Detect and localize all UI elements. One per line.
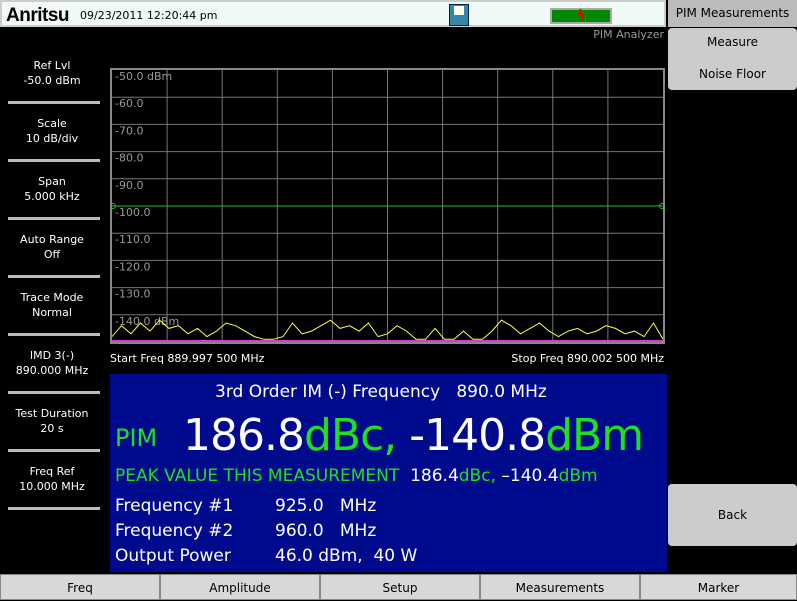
noise-floor-label: Noise Floor bbox=[699, 67, 766, 81]
panel-title: 3rd Order IM (-) Frequency 890.0 MHz bbox=[215, 382, 547, 402]
sidebar-value: 5.000 kHz bbox=[24, 190, 80, 203]
floppy-disk-icon bbox=[449, 4, 469, 26]
sidebar-value: 890.000 MHz bbox=[15, 364, 89, 377]
anritsu-logo: Anritsu bbox=[6, 5, 70, 26]
y-tick-label: -140.0 dBm bbox=[115, 315, 179, 328]
dbc-unit: dBc, bbox=[303, 410, 397, 461]
pim-results-panel: 3rd Order IM (-) Frequency 890.0 MHz PIM… bbox=[110, 374, 667, 572]
tab-marker[interactable]: Marker bbox=[640, 574, 797, 600]
sidebar-value: -50.0 dBm bbox=[23, 74, 81, 87]
sidebar-item[interactable]: Span 5.000 kHz bbox=[0, 174, 104, 220]
peak-row: PEAK VALUE THIS MEASUREMENT 186.4dBc, –1… bbox=[115, 466, 598, 486]
separator bbox=[8, 159, 100, 162]
peak-dbm: –140.4 bbox=[501, 466, 559, 486]
separator bbox=[8, 449, 100, 452]
peak-label: PEAK VALUE THIS MEASUREMENT bbox=[115, 466, 400, 486]
y-tick-label: -50.0 dBm bbox=[115, 70, 172, 83]
tab-measurements[interactable]: Measurements bbox=[480, 574, 640, 600]
sidebar-label: Ref Lvl bbox=[33, 59, 71, 72]
tab-amplitude[interactable]: Amplitude bbox=[160, 574, 320, 600]
y-tick-label: -90.0 bbox=[115, 179, 143, 192]
separator bbox=[8, 275, 100, 278]
sidebar-label: IMD 3(-) bbox=[29, 349, 75, 362]
datetime: 09/23/2011 12:20:44 pm bbox=[80, 9, 218, 22]
sidebar-value: Normal bbox=[32, 306, 72, 319]
sidebar-label: Auto Range bbox=[20, 233, 84, 246]
sidebar-value: 10.000 MHz bbox=[19, 480, 85, 493]
y-tick-label: -70.0 bbox=[115, 124, 143, 137]
spectrum-graph: -50.0 dBm -60.0 -70.0 -80.0 -90.0 -100.0 -110.… bbox=[110, 68, 665, 344]
row-label: Output Power bbox=[115, 546, 231, 566]
y-tick-label: -60.0 bbox=[115, 97, 143, 110]
sidebar-item[interactable]: Ref Lvl -50.0 dBm bbox=[0, 58, 104, 104]
status-bar: Anritsu 09/23/2011 12:20:44 pm ϟ bbox=[0, 0, 666, 27]
row-value: 46.0 dBm, 40 W bbox=[275, 546, 418, 566]
stop-freq: Stop Freq 890.002 500 MHz bbox=[511, 352, 664, 365]
row-value: 925.0 MHz bbox=[275, 496, 377, 516]
separator bbox=[8, 391, 100, 394]
measure-label: Measure bbox=[707, 35, 758, 49]
separator bbox=[8, 507, 100, 510]
measure-noise-floor-button[interactable]: Measure Noise Floor bbox=[668, 28, 797, 90]
peak-dbm-unit: dBm bbox=[558, 466, 598, 486]
mode-label: PIM Analyzer bbox=[593, 28, 664, 41]
sidebar-item[interactable]: Freq Ref 10.000 MHz bbox=[0, 464, 104, 510]
sidebar-item[interactable]: Scale 10 dB/div bbox=[0, 116, 104, 162]
sidebar-item[interactable]: Test Duration 20 s bbox=[0, 406, 104, 452]
y-tick-label: -80.0 bbox=[115, 152, 143, 165]
y-tick-label: -100.0 bbox=[115, 206, 150, 219]
menu-title: PIM Measurements bbox=[668, 0, 797, 27]
dbm-unit: dBm bbox=[545, 410, 644, 461]
y-tick-label: -110.0 bbox=[115, 233, 150, 246]
tab-freq[interactable]: Freq bbox=[0, 574, 160, 600]
sidebar-label: Test Duration bbox=[15, 407, 89, 420]
sidebar-item[interactable]: Trace Mode Normal bbox=[0, 290, 104, 336]
y-tick-label: -120.0 bbox=[115, 260, 150, 273]
sidebar-label: Span bbox=[38, 175, 66, 188]
sidebar-item[interactable]: IMD 3(-) 890.000 MHz bbox=[0, 348, 104, 394]
peak-dbc: 186.4 bbox=[410, 466, 459, 486]
row-label: Frequency #1 bbox=[115, 496, 234, 516]
y-tick-label: -130.0 bbox=[115, 288, 150, 301]
separator bbox=[8, 101, 100, 104]
separator bbox=[8, 217, 100, 220]
start-freq: Start Freq 889.997 500 MHz bbox=[110, 352, 265, 365]
row-value: 960.0 MHz bbox=[275, 521, 377, 541]
sidebar-item[interactable]: Auto Range Off bbox=[0, 232, 104, 278]
sidebar-label: Trace Mode bbox=[20, 291, 84, 304]
separator bbox=[8, 333, 100, 336]
pim-dbm: -140.8 bbox=[409, 410, 546, 461]
sidebar-label: Freq Ref bbox=[29, 465, 75, 478]
pim-dbc: 186.8 bbox=[183, 410, 305, 461]
sidebar-label: Scale bbox=[37, 117, 67, 130]
tab-setup[interactable]: Setup bbox=[320, 574, 480, 600]
sidebar-value: 20 s bbox=[40, 422, 64, 435]
peak-dbc-unit: dBc, bbox=[458, 466, 496, 486]
pim-result: 186.8dBc, -140.8dBm bbox=[183, 410, 644, 461]
back-button[interactable]: Back bbox=[668, 484, 797, 546]
row-label: Frequency #2 bbox=[115, 521, 234, 541]
pim-label: PIM bbox=[115, 424, 158, 452]
sidebar-value: 10 dB/div bbox=[25, 132, 79, 145]
battery-charging-icon: ϟ bbox=[550, 8, 612, 24]
sidebar-value: Off bbox=[43, 248, 61, 261]
